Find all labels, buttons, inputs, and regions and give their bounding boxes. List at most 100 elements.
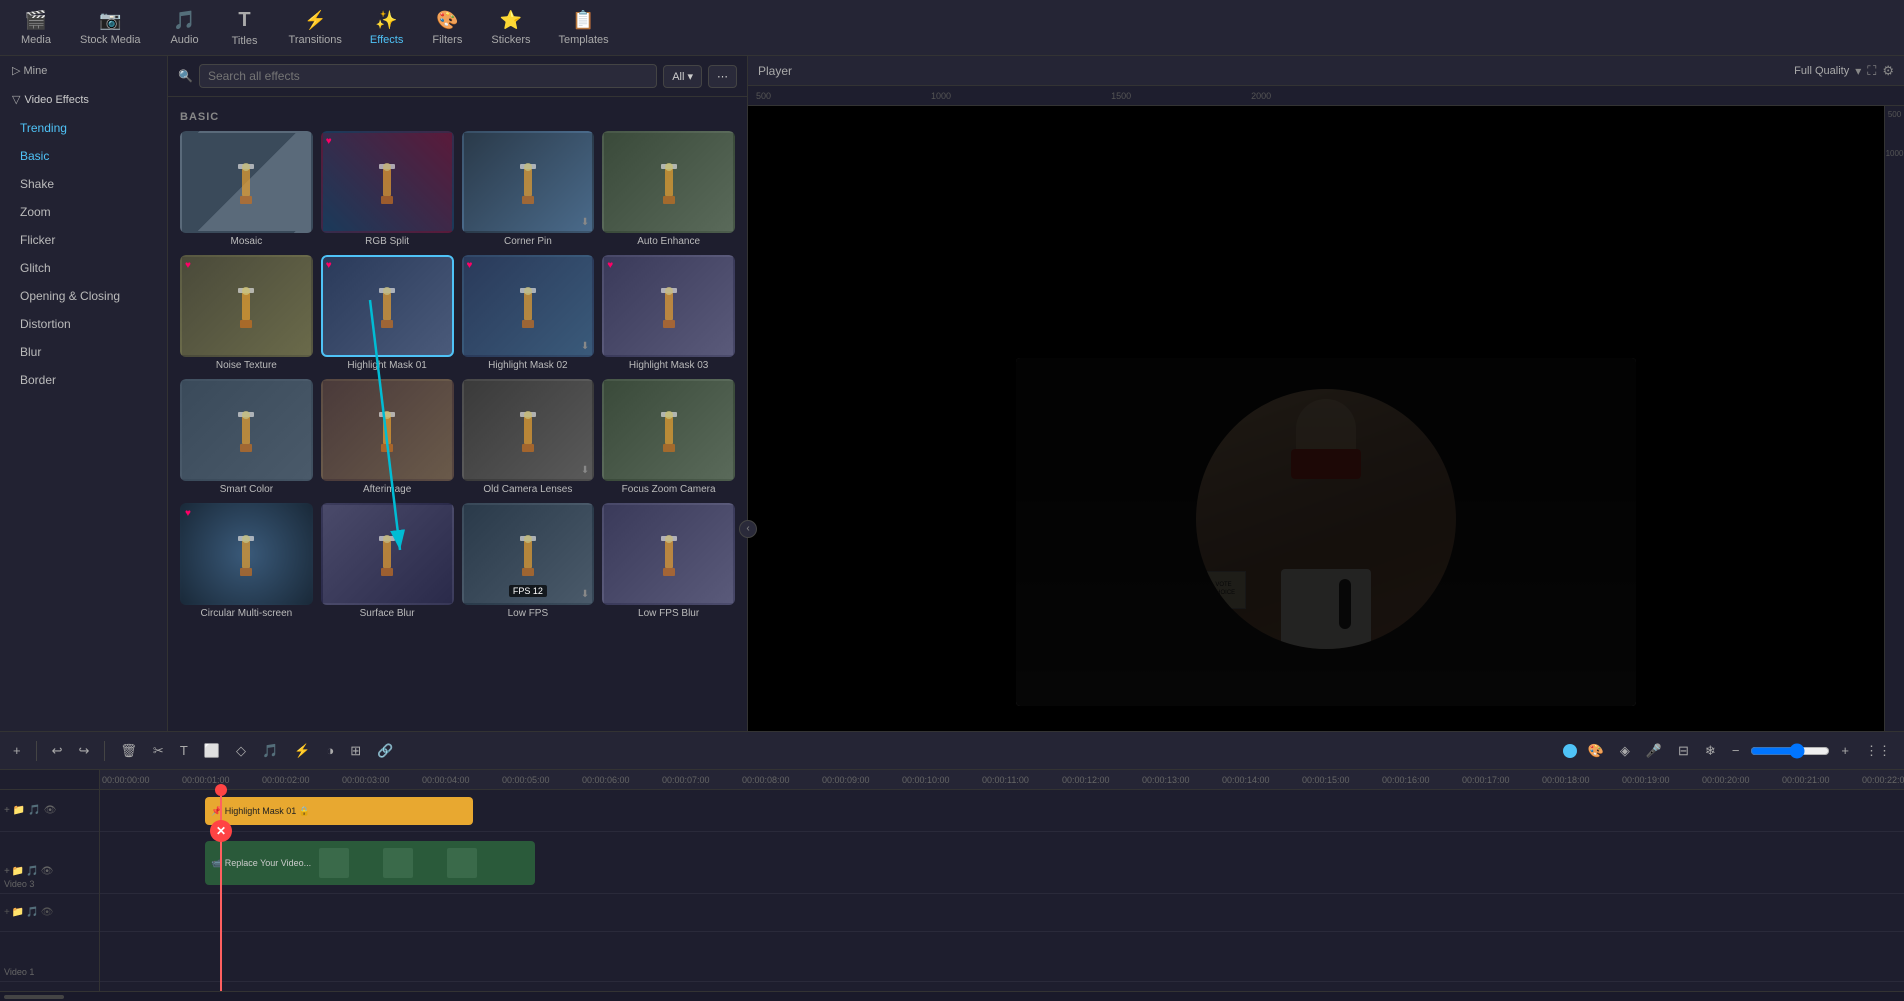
sidebar-item-blur[interactable]: Blur <box>0 338 167 366</box>
group-button[interactable]: ⊞ <box>345 741 366 761</box>
toolbar-filters[interactable]: 🎨 Filters <box>419 4 475 52</box>
effect-label-low-fps-blur: Low FPS Blur <box>638 608 699 619</box>
effect-item-focus-zoom-camera[interactable]: Focus Zoom Camera <box>602 379 735 495</box>
effect-label-noise-texture: Noise Texture <box>216 360 277 371</box>
effect-item-rgb-split[interactable]: ♥ RGB Split <box>321 131 454 247</box>
effect-eye-icon[interactable]: 👁 <box>44 805 57 816</box>
fullscreen-icon[interactable]: ⛶ <box>1867 63 1876 79</box>
effect-item-old-camera-lenses[interactable]: ⬇ Old Camera Lenses <box>462 379 595 495</box>
track-row-video3: 📹 Replace Your Video... <box>100 832 1904 894</box>
toolbar-transitions[interactable]: ⚡ Transitions <box>277 4 354 52</box>
effect-item-afterimage[interactable]: Afterimage <box>321 379 454 495</box>
more-options-button[interactable]: ⋯ <box>708 65 737 88</box>
add-track-button[interactable]: + <box>8 741 26 760</box>
timeline-area: + ↩ ↪ 🗑 ✂ T ⬜ ◇ 🎵 ⚡ ◑ ⊞ 🔗 🎨 ◈ 🎤 ⊟ ❄ − + … <box>0 731 1904 1001</box>
toolbar-titles[interactable]: T Titles <box>217 3 273 53</box>
effect-label-auto-enhance: Auto Enhance <box>637 236 700 247</box>
track-label-video1: Video 1 <box>0 932 99 982</box>
shape-button[interactable]: ◇ <box>231 741 251 761</box>
toolbar-audio[interactable]: 🎵 Audio <box>157 4 213 52</box>
timeline-scroll-area[interactable]: 00:00:00:0000:00:01:0000:00:02:0000:00:0… <box>100 770 1904 991</box>
effect-item-smart-color[interactable]: Smart Color <box>180 379 313 495</box>
toolbar-stickers[interactable]: ⭐ Stickers <box>479 4 542 52</box>
effect-item-low-fps-blur[interactable]: Low FPS Blur <box>602 503 735 619</box>
filter-button[interactable]: All ▾ <box>663 65 702 88</box>
delete-button[interactable]: 🗑 <box>115 741 142 761</box>
effect-add-icon[interactable]: + <box>4 805 10 816</box>
more-button[interactable]: ⋮⋮ <box>1860 741 1896 761</box>
sidebar-item-zoom[interactable]: Zoom <box>0 198 167 226</box>
effect-label-focus-zoom-camera: Focus Zoom Camera <box>622 484 716 495</box>
effect-item-highlight-mask-03[interactable]: ♥ Highlight Mask 03 <box>602 255 735 371</box>
sidebar-item-trending[interactable]: Trending <box>0 114 167 142</box>
search-input[interactable] <box>199 64 657 88</box>
scrollbar-thumb[interactable] <box>4 995 64 999</box>
effect-label-afterimage: Afterimage <box>363 484 411 495</box>
v3-eye-icon[interactable]: 👁 <box>41 866 54 877</box>
track-label-audio1: Audio 1 <box>0 982 99 991</box>
a2-add-icon[interactable]: + <box>4 907 10 918</box>
v3-audio-icon[interactable]: 🎵 <box>26 866 38 877</box>
v3-folder-icon[interactable]: 📁 <box>12 866 24 877</box>
zoom-out-button[interactable]: − <box>1727 741 1745 760</box>
sidebar-item-opening-closing[interactable]: Opening & Closing <box>0 282 167 310</box>
effect-item-highlight-mask-02[interactable]: ♥⬇ Highlight Mask 02 <box>462 255 595 371</box>
audio-denoise-button[interactable]: 🎤 <box>1641 741 1667 761</box>
rect-button[interactable]: ⬜ <box>199 741 225 761</box>
sidebar-item-distortion[interactable]: Distortion <box>0 310 167 338</box>
section-label-basic: BASIC <box>180 105 735 131</box>
toolbar-templates[interactable]: 📋 Templates <box>546 4 620 52</box>
mask-button[interactable]: ◑ <box>321 741 339 760</box>
sidebar-section-mine[interactable]: ▷ Mine <box>0 56 167 85</box>
settings-icon[interactable]: ⚙ <box>1882 63 1894 79</box>
stabilize-button[interactable]: ◈ <box>1615 741 1635 761</box>
a2-audio-icon[interactable]: 🎵 <box>26 907 38 918</box>
sidebar-section-video-effects[interactable]: ▽ Video Effects <box>0 85 167 114</box>
ruler-spacer <box>0 770 99 790</box>
a2-eye-icon[interactable]: 👁 <box>41 907 54 918</box>
sidebar-item-border[interactable]: Border <box>0 366 167 394</box>
link-button[interactable]: 🔗 <box>372 741 398 761</box>
undo-button[interactable]: ↩ <box>47 741 68 761</box>
effect-folder-icon[interactable]: 📁 <box>13 805 25 816</box>
text-button[interactable]: T <box>175 741 193 760</box>
clip-highlight-mask-01-effect[interactable]: 📌 Highlight Mask 01 🔒 <box>205 797 473 825</box>
toolbar-stock-media[interactable]: 📷 Stock Media <box>68 4 153 52</box>
color-correct-button[interactable]: 🎨 <box>1583 741 1609 761</box>
search-icon: 🔍 <box>178 69 193 83</box>
clip-video3[interactable]: 📹 Replace Your Video... <box>205 841 535 885</box>
freeze-button[interactable]: ❄ <box>1700 741 1721 761</box>
effect-item-corner-pin[interactable]: ⬇ Corner Pin <box>462 131 595 247</box>
effect-item-noise-texture[interactable]: ♥ Noise Texture <box>180 255 313 371</box>
collapse-panel-button[interactable]: ‹ <box>739 520 757 538</box>
redo-button[interactable]: ↪ <box>74 741 95 761</box>
sidebar-item-shake[interactable]: Shake <box>0 170 167 198</box>
player-header: Player Full Quality ▾ ⛶ ⚙ <box>748 56 1904 86</box>
toolbar-media[interactable]: 🎬 Media <box>8 4 64 52</box>
v3-add-icon[interactable]: + <box>4 866 10 877</box>
effect-item-mosaic[interactable]: Mosaic <box>180 131 313 247</box>
sidebar-item-glitch[interactable]: Glitch <box>0 254 167 282</box>
player-label: Player <box>758 64 792 78</box>
video-content: VOTECHOICE <box>1016 358 1636 706</box>
timeline-scrollbar[interactable] <box>0 991 1904 1001</box>
sidebar-item-basic[interactable]: Basic <box>0 142 167 170</box>
effect-item-surface-blur[interactable]: Surface Blur <box>321 503 454 619</box>
sidebar-item-flicker[interactable]: Flicker <box>0 226 167 254</box>
subtitle-button[interactable]: ⊟ <box>1673 741 1694 761</box>
zoom-in-button[interactable]: + <box>1836 741 1854 760</box>
audio-connect-button[interactable]: 🎵 <box>257 741 283 761</box>
effect-item-auto-enhance[interactable]: Auto Enhance <box>602 131 735 247</box>
a2-folder-icon[interactable]: 📁 <box>12 907 24 918</box>
speed-button[interactable]: ⚡ <box>289 741 315 761</box>
effect-item-low-fps[interactable]: ⬇ FPS 12Low FPS <box>462 503 595 619</box>
effects-grid: Mosaic♥ RGB Split⬇ Corner Pin Auto Enhan… <box>180 131 735 619</box>
zoom-slider[interactable] <box>1750 743 1830 759</box>
effect-item-highlight-mask-01[interactable]: ♥ Highlight Mask 01 <box>321 255 454 371</box>
media-icon: 🎬 <box>25 10 47 31</box>
quality-dropdown-icon[interactable]: ▾ <box>1855 64 1861 78</box>
cut-button[interactable]: ✂ <box>148 741 169 761</box>
effect-audio-icon[interactable]: 🎵 <box>28 805 40 816</box>
effect-item-circular-multiscreen[interactable]: ♥ Circular Multi-screen <box>180 503 313 619</box>
toolbar-effects[interactable]: ✨ Effects <box>358 4 415 52</box>
